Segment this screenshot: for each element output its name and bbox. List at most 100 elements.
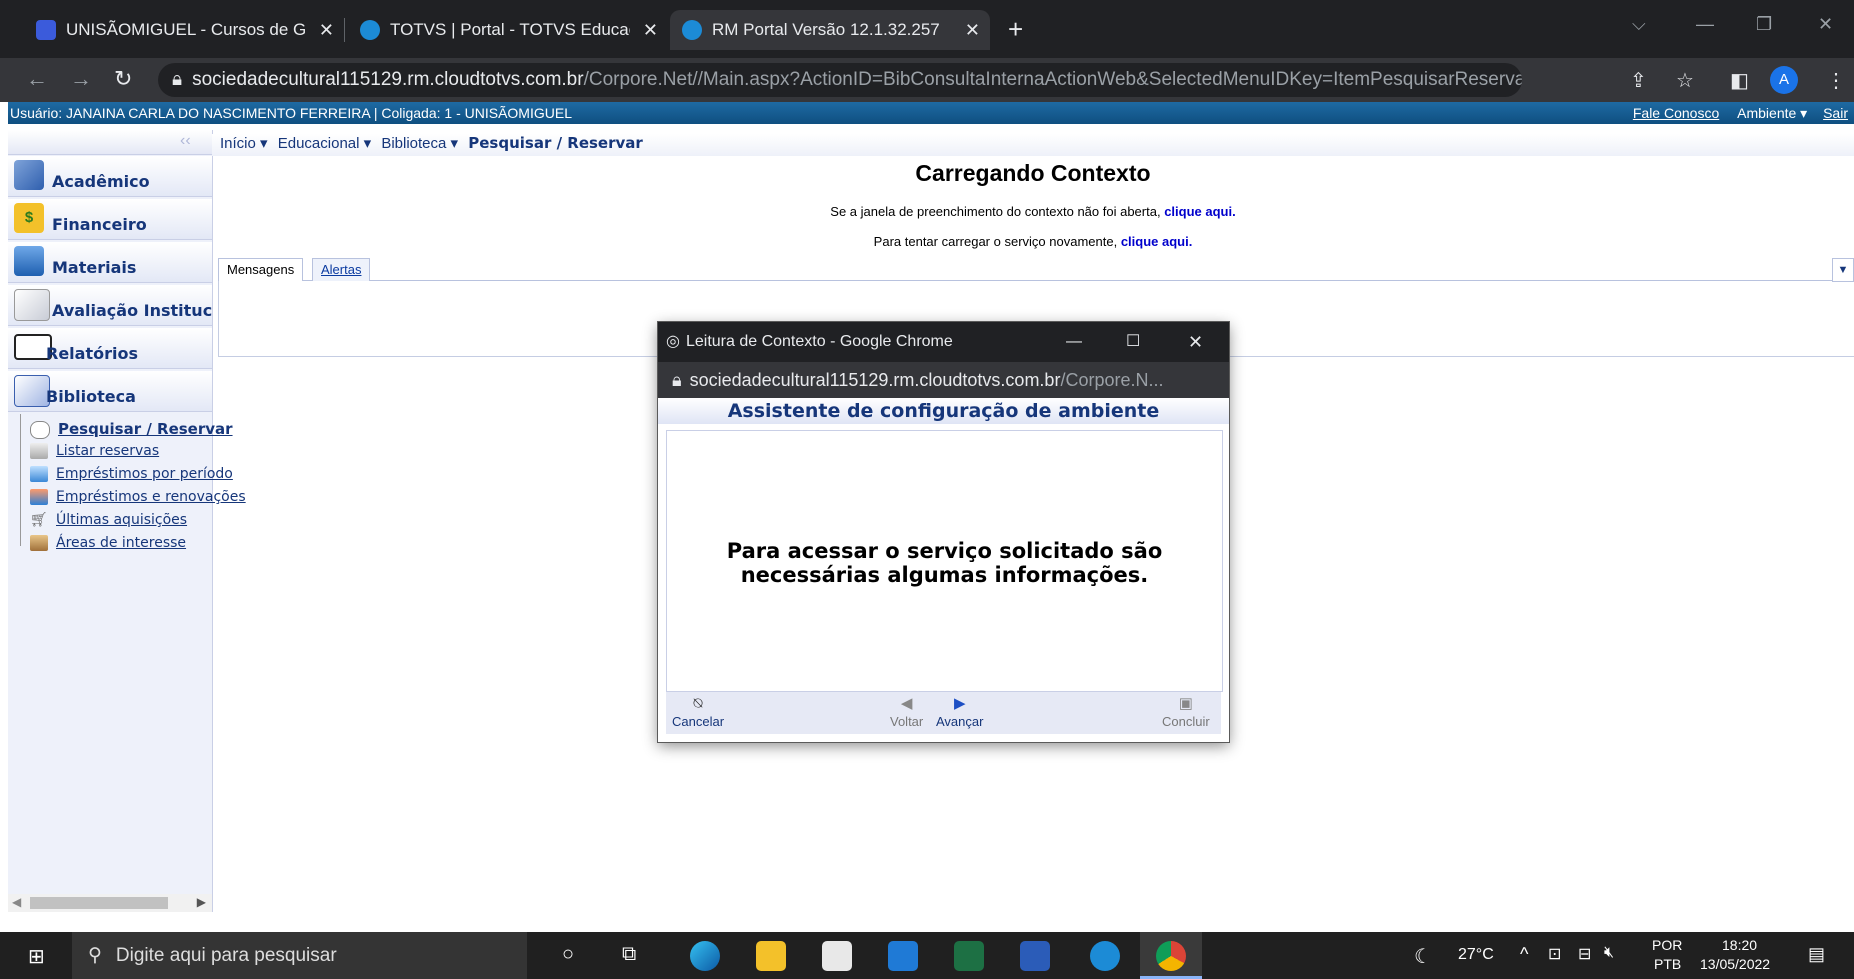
library-item-loans-renewals[interactable]: Empréstimos e renovações [30, 489, 246, 509]
totvs-favicon-icon [682, 20, 702, 40]
chrome-taskbar-button[interactable] [1140, 932, 1202, 979]
popup-url-path: /Corpore.N... [1060, 370, 1164, 390]
tray-app-icon[interactable]: ⊡ [1548, 944, 1561, 964]
wizard-body: Para acessar o serviço solicitado são ne… [666, 430, 1223, 692]
clock-time[interactable]: 18:20 [1722, 937, 1757, 953]
task-view-icon[interactable]: ⧉ [622, 943, 636, 966]
restore-icon[interactable]: ❐ [1756, 14, 1772, 35]
panel-dropdown-icon[interactable]: ▼ [1832, 258, 1854, 282]
menu-section-academic[interactable]: Acadêmico [8, 156, 212, 197]
context-info-line-2: Para tentar carregar o serviço novamente… [873, 234, 1193, 249]
lock-icon: 🔒︎ [172, 69, 183, 90]
tab-search-chevron-icon[interactable]: ⌵ [1632, 14, 1646, 35]
messages-tabbar: Mensagens Alertas ▼ [218, 258, 1854, 282]
popup-minimize-icon[interactable]: — [1066, 322, 1082, 362]
library-book-icon [14, 375, 50, 407]
tab-title: UNISÃOMIGUEL - Cursos de Grad [66, 20, 306, 39]
profile-avatar[interactable]: A [1770, 66, 1798, 94]
edge-icon[interactable] [690, 941, 720, 971]
scroll-left-icon[interactable]: ◀ [12, 895, 21, 909]
library-item-list-reservations[interactable]: Listar reservas [30, 443, 159, 463]
network-icon[interactable]: ⊟ [1578, 944, 1591, 964]
menu-section-label: Avaliação Institucional [52, 301, 212, 320]
new-tab-button[interactable]: + [1008, 14, 1023, 45]
bookmark-star-icon[interactable]: ☆ [1676, 68, 1694, 93]
mail-icon[interactable] [888, 941, 918, 971]
menu-kebab-icon[interactable]: ⋮ [1826, 68, 1846, 93]
close-icon[interactable]: ✕ [965, 20, 980, 41]
windows-start-icon[interactable]: ⊞ [28, 944, 45, 969]
back-arrow-icon[interactable]: ← [26, 66, 48, 92]
contact-link[interactable]: Fale Conosco [1633, 105, 1719, 121]
address-bar[interactable]: 🔒︎ sociedadecultural115129.rm.cloudtotvs.… [158, 63, 1522, 97]
browser-tab-0[interactable]: UNISÃOMIGUEL - Cursos de Grad ✕ [24, 10, 344, 50]
library-item-loans-by-period[interactable]: Empréstimos por período [30, 466, 233, 486]
word-icon[interactable] [1020, 941, 1050, 971]
menu-section-finance[interactable]: $ Financeiro [8, 199, 212, 240]
breadcrumb-item-home[interactable]: Início ▾ [220, 135, 268, 152]
library-item-latest-acquisitions[interactable]: 🛒︎ Últimas aquisições [30, 512, 187, 532]
close-window-icon[interactable]: ✕ [1818, 14, 1833, 35]
tab-alerts[interactable]: Alertas [312, 258, 371, 281]
back-button[interactable]: ◀ Voltar [890, 694, 923, 729]
popup-close-icon[interactable]: ✕ [1188, 322, 1203, 362]
environment-menu[interactable]: Ambiente ▾ [1737, 105, 1807, 121]
tab-title: RM Portal Versão 12.1.32.257 [712, 20, 940, 39]
weather-temperature[interactable]: 27°C [1458, 946, 1494, 964]
minimize-icon[interactable]: — [1696, 14, 1714, 35]
browser-tab-1[interactable]: TOTVS | Portal - TOTVS Educacion ✕ [348, 10, 668, 50]
reload-service-link[interactable]: clique aqui. [1121, 234, 1193, 249]
academic-icon [14, 160, 44, 190]
close-icon[interactable]: ✕ [319, 20, 334, 41]
volume-muted-icon[interactable]: 🔇︎ [1604, 944, 1614, 962]
notifications-icon[interactable]: ▤ [1808, 944, 1825, 965]
logout-link[interactable]: Sair [1823, 105, 1848, 121]
side-panel-icon[interactable]: ◧ [1730, 68, 1749, 93]
menu-section-evaluation[interactable]: Avaliação Institucional [8, 285, 212, 326]
windows-taskbar: ⊞ ⚲ Digite aqui para pesquisar ○ ⧉ ☾ 27°C… [0, 932, 1854, 979]
library-item-interest-areas[interactable]: Áreas de interesse [30, 535, 186, 555]
popup-address-bar: 🔒︎ sociedadecultural115129.rm.cloudtotvs.… [658, 362, 1229, 398]
sidebar-horizontal-scrollbar[interactable]: ◀ ▶ [8, 894, 212, 912]
cancel-button[interactable]: ⍉ Cancelar [672, 694, 724, 729]
next-button[interactable]: ▶ Avançar [936, 694, 983, 729]
file-explorer-icon[interactable] [756, 941, 786, 971]
browser-toolbar: ← → ↻ 🔒︎ sociedadecultural115129.rm.cloud… [0, 58, 1854, 102]
popup-maximize-icon[interactable]: ☐ [1126, 322, 1140, 362]
menu-section-materials[interactable]: Materiais [8, 242, 212, 283]
popup-titlebar: ◎ Leitura de Contexto - Google Chrome — ☐… [658, 322, 1229, 362]
language-bottom[interactable]: PTB [1654, 956, 1681, 972]
tab-messages[interactable]: Mensagens [218, 258, 304, 281]
shopping-cart-icon: 🛒︎ [30, 512, 48, 528]
taskbar-search-box[interactable]: ⚲ Digite aqui para pesquisar [72, 932, 527, 979]
scrollbar-thumb[interactable] [30, 897, 168, 909]
reservation-list-icon [30, 443, 48, 459]
browser-tab-2-active[interactable]: RM Portal Versão 12.1.32.257 ✕ [670, 10, 990, 50]
back-triangle-icon: ◀ [900, 695, 913, 712]
breadcrumb-item-educational[interactable]: Educacional ▾ [278, 135, 371, 152]
reload-icon[interactable]: ↻ [114, 66, 132, 92]
store-icon[interactable] [822, 941, 852, 971]
scroll-right-icon[interactable]: ▶ [197, 895, 206, 909]
forward-arrow-icon[interactable]: → [70, 66, 92, 92]
close-icon[interactable]: ✕ [643, 20, 658, 41]
materials-icon [14, 246, 44, 276]
open-context-link[interactable]: clique aqui. [1164, 204, 1236, 219]
clock-date[interactable]: 13/05/2022 [1700, 956, 1770, 972]
collapse-panel-icon[interactable]: ‹‹ [180, 132, 191, 150]
share-icon[interactable]: ⇪ [1630, 68, 1647, 93]
language-top[interactable]: POR [1652, 937, 1682, 953]
tray-chevron-icon[interactable]: ^ [1520, 944, 1528, 965]
user-info-bar: Usuário: JANAINA CARLA DO NASCIMENTO FER… [8, 102, 1854, 124]
breadcrumb-current: Pesquisar / Reservar [468, 134, 643, 152]
excel-icon[interactable] [954, 941, 984, 971]
totvs-app-icon[interactable] [1090, 941, 1120, 971]
menu-section-library[interactable]: Biblioteca [8, 371, 212, 412]
cortana-icon[interactable]: ○ [562, 943, 574, 966]
wizard-message: Para acessar o serviço solicitado são ne… [726, 539, 1163, 587]
menu-section-reports[interactable]: Relatórios [8, 328, 212, 369]
breadcrumb-item-library[interactable]: Biblioteca ▾ [381, 135, 458, 152]
popup-url-host: sociedadecultural115129.rm.cloudtotvs.co… [689, 370, 1061, 390]
finish-button[interactable]: ▣ Concluir [1162, 694, 1210, 729]
library-item-search-reserve[interactable]: Pesquisar / Reservar [30, 420, 233, 440]
